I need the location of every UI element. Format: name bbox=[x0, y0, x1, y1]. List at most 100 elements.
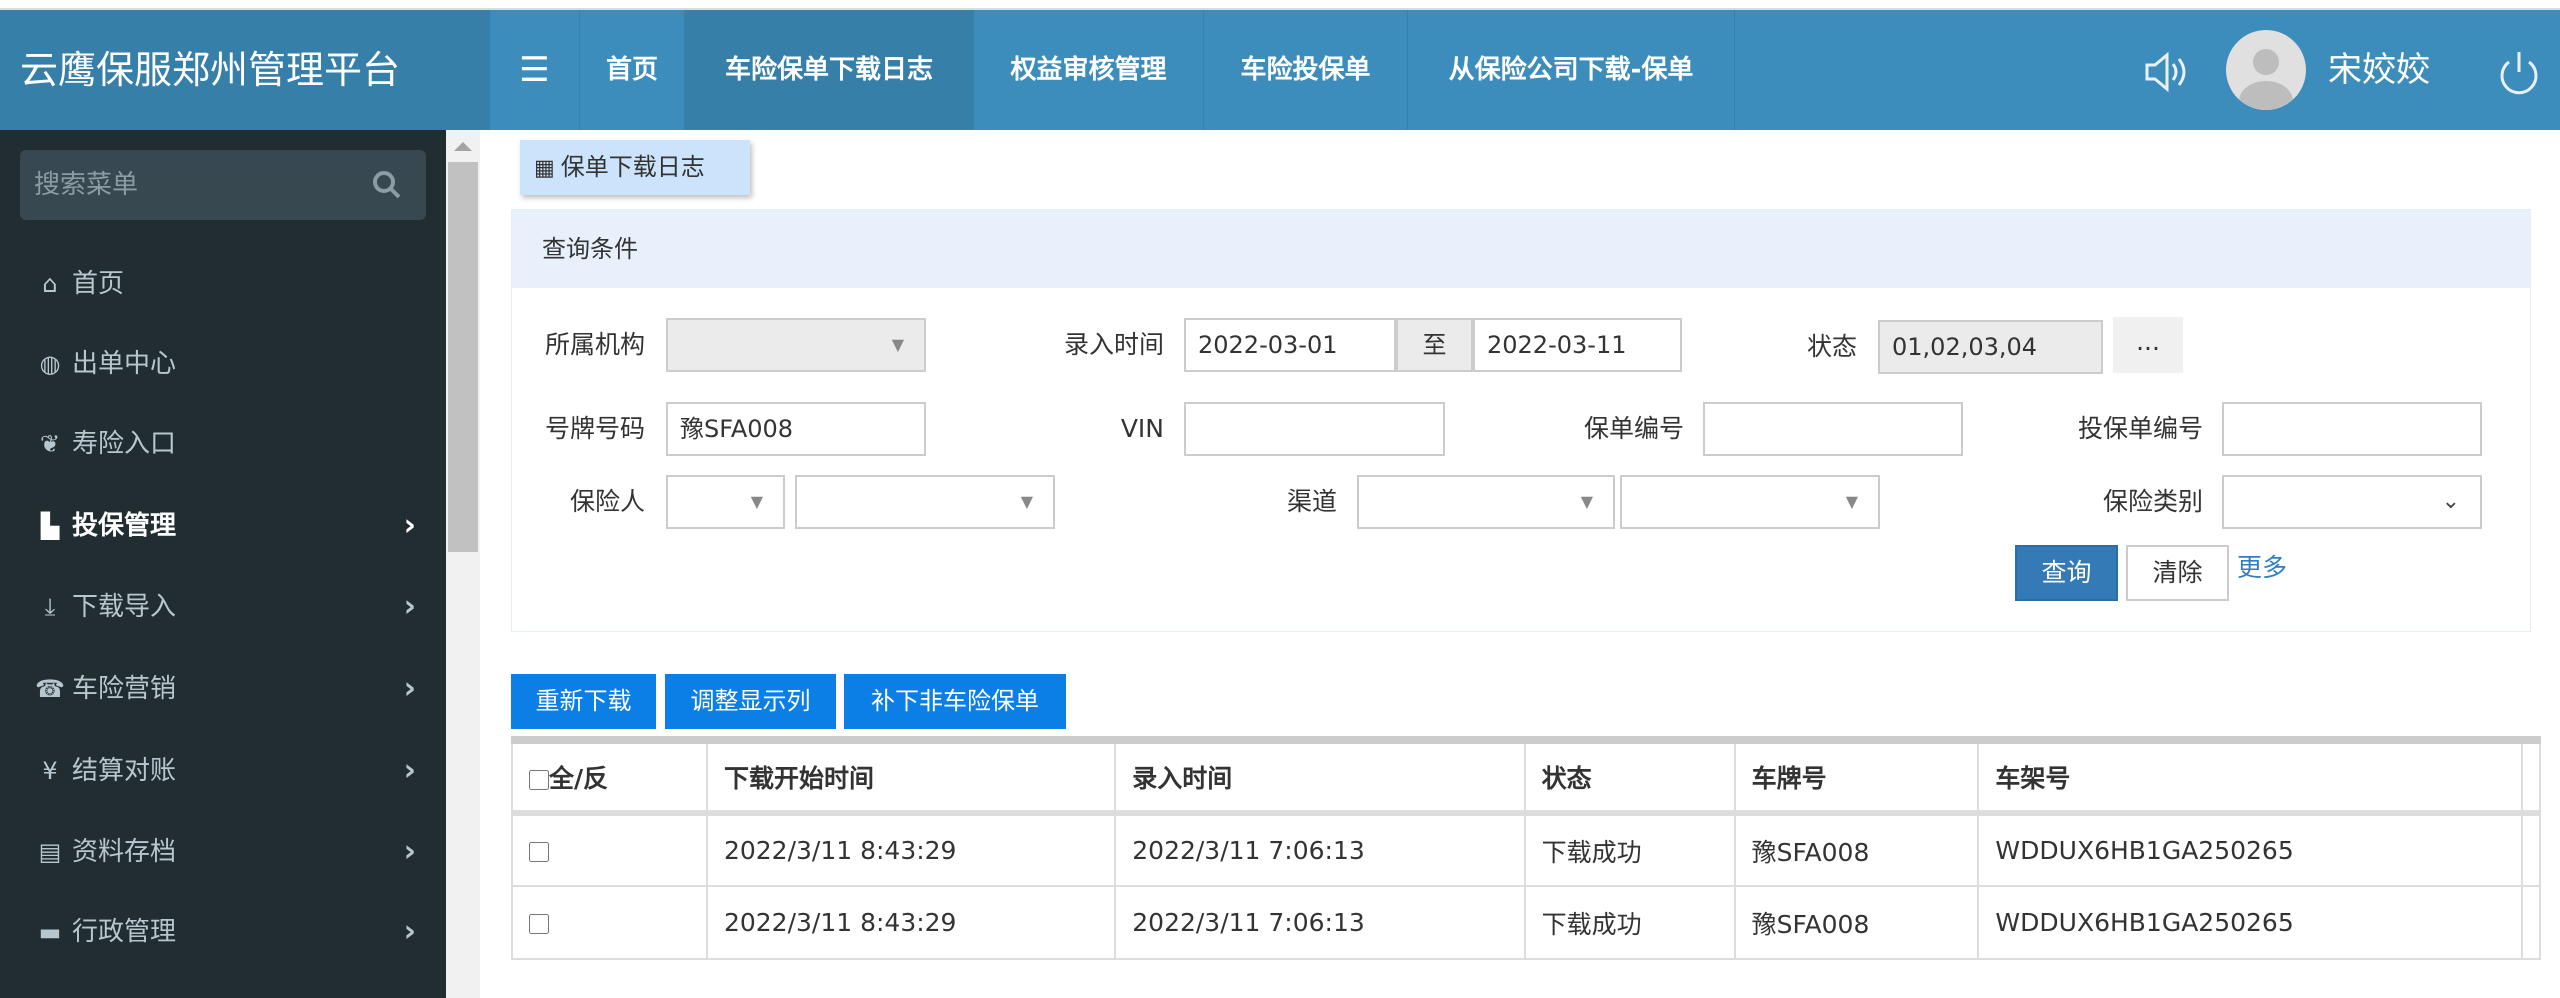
channel-select-2[interactable]: ▼ bbox=[1620, 475, 1880, 529]
search-button[interactable]: 查询 bbox=[2015, 545, 2118, 601]
sidebar-item-label: 首页 bbox=[72, 269, 125, 299]
page-tab[interactable]: ▦ 保单下载日志 bbox=[520, 140, 750, 195]
adjust-columns-button[interactable]: 调整显示列 bbox=[665, 674, 836, 729]
col-truncated bbox=[2520, 739, 2542, 816]
sidebar-item-label: 行政管理 bbox=[72, 917, 177, 947]
sidebar-item-label: 结算对账 bbox=[72, 756, 177, 786]
nav-tab-rights-review[interactable]: 权益审核管理 bbox=[974, 10, 1204, 130]
cell-entry-time: 2022/3/11 7:06:13 bbox=[1114, 885, 1526, 960]
sidebar-item[interactable]: ❦ 寿险入口 bbox=[0, 414, 446, 474]
more-link[interactable]: 更多 bbox=[2237, 548, 2287, 584]
sidebar-item-label: 寿险入口 bbox=[72, 429, 177, 459]
query-panel-title: 查询条件 bbox=[512, 210, 2530, 288]
chevron-right-icon: › bbox=[403, 753, 416, 788]
page-tab-label: 保单下载日志 bbox=[560, 153, 705, 181]
nav-tab-insurer-download[interactable]: 从保险公司下载-保单 bbox=[1408, 10, 1735, 130]
sidebar-item[interactable]: ⌂ 首页 bbox=[0, 254, 446, 314]
proposal-no-input[interactable] bbox=[2222, 402, 2482, 456]
scroll-up-icon[interactable] bbox=[454, 142, 472, 151]
entry-time-label: 录入时间 bbox=[1063, 330, 1164, 359]
caret-down-icon: ▼ bbox=[1580, 492, 1593, 511]
date-range-separator: 至 bbox=[1396, 318, 1473, 372]
date-to-input[interactable]: 2022-03-11 bbox=[1473, 318, 1682, 372]
insurer-select-2[interactable]: ▼ bbox=[795, 475, 1055, 529]
org-select[interactable]: ▼ bbox=[666, 318, 926, 372]
sidebar-item[interactable]: ▙ 投保管理 › bbox=[0, 496, 446, 556]
phone-icon: ☎ bbox=[35, 675, 65, 703]
sidebar-item[interactable]: ¥ 结算对账 › bbox=[0, 741, 446, 801]
clear-button[interactable]: 清除 bbox=[2126, 545, 2229, 601]
folder-icon: ▬ bbox=[38, 918, 62, 946]
chevron-right-icon: › bbox=[403, 834, 416, 869]
vin-label: VIN bbox=[1120, 414, 1164, 443]
import-icon: ⤓ bbox=[44, 593, 56, 621]
sidebar-item[interactable]: ◍ 出单中心 bbox=[0, 334, 446, 394]
chevron-right-icon: › bbox=[403, 589, 416, 624]
cell-plate: 豫SFA008 bbox=[1733, 812, 1980, 887]
yen-icon: ¥ bbox=[42, 757, 58, 785]
download-noncar-policy-button[interactable]: 补下非车险保单 bbox=[844, 674, 1066, 729]
channel-label: 渠道 bbox=[1286, 487, 1337, 516]
col-plate[interactable]: 车牌号 bbox=[1733, 739, 1980, 816]
search-icon[interactable] bbox=[372, 170, 402, 200]
power-icon[interactable] bbox=[2497, 50, 2541, 96]
select-all-header[interactable]: 全/反 bbox=[511, 739, 708, 816]
select-all-checkbox[interactable] bbox=[529, 769, 549, 791]
policy-no-input[interactable] bbox=[1703, 402, 1963, 456]
sidebar-item[interactable]: ▬ 行政管理 › bbox=[0, 902, 446, 962]
insurer-label: 保险人 bbox=[569, 487, 645, 516]
select-all-label: 全/反 bbox=[549, 764, 609, 793]
plate-label: 号牌号码 bbox=[544, 414, 645, 443]
globe-icon: ◍ bbox=[39, 350, 61, 378]
col-download-start[interactable]: 下载开始时间 bbox=[705, 739, 1117, 816]
user-name[interactable]: 宋姣姣 bbox=[2328, 10, 2430, 130]
chevron-right-icon: › bbox=[403, 508, 416, 543]
col-status[interactable]: 状态 bbox=[1523, 739, 1736, 816]
download-log-table: 全/反 下载开始时间 录入时间 状态 车牌号 车架号 2022/3/11 8:4… bbox=[511, 736, 2542, 960]
policy-no-label: 保单编号 bbox=[1583, 414, 1684, 443]
app-title: 云鹰保服郑州管理平台 bbox=[0, 10, 490, 130]
cell-truncated bbox=[2520, 885, 2542, 960]
sidebar-item[interactable]: ▤ 资料存档 › bbox=[0, 822, 446, 882]
row-checkbox[interactable] bbox=[529, 913, 549, 935]
col-vin[interactable]: 车架号 bbox=[1977, 739, 2523, 816]
grid-icon: ▦ bbox=[534, 156, 555, 181]
menu-search[interactable] bbox=[20, 150, 426, 220]
channel-select-1[interactable]: ▼ bbox=[1357, 475, 1615, 529]
home-icon: ⌂ bbox=[42, 270, 58, 298]
chevron-down-icon: ⌄ bbox=[2441, 489, 2460, 514]
row-checkbox[interactable] bbox=[529, 841, 549, 863]
table-row[interactable]: 2022/3/11 8:43:29 2022/3/11 7:06:13 下载成功… bbox=[511, 885, 2542, 960]
vin-input[interactable] bbox=[1184, 402, 1445, 456]
insurer-select-1[interactable]: ▼ bbox=[666, 475, 785, 529]
menu-toggle-icon[interactable]: ☰ bbox=[490, 10, 580, 130]
table-header-row: 全/反 下载开始时间 录入时间 状态 车牌号 车架号 bbox=[511, 739, 2542, 816]
speaker-icon[interactable] bbox=[2143, 50, 2191, 94]
date-from-input[interactable]: 2022-03-01 bbox=[1184, 318, 1396, 372]
status-input[interactable]: 01,02,03,04 bbox=[1878, 320, 2103, 374]
caret-down-icon: ▼ bbox=[1020, 492, 1033, 511]
sidebar-item-label: 下载导入 bbox=[72, 592, 177, 622]
status-picker-button[interactable]: ... bbox=[2113, 317, 2183, 373]
nav-tab-home[interactable]: 首页 bbox=[580, 10, 685, 130]
insurance-type-select[interactable]: ⌄ bbox=[2222, 475, 2482, 529]
redownload-button[interactable]: 重新下载 bbox=[511, 674, 656, 729]
list-icon: ▤ bbox=[38, 838, 62, 866]
avatar[interactable] bbox=[2226, 30, 2306, 110]
nav-tab-proposals[interactable]: 车险投保单 bbox=[1204, 10, 1408, 130]
table-row[interactable]: 2022/3/11 8:43:29 2022/3/11 7:06:13 下载成功… bbox=[511, 812, 2542, 887]
sidebar-item[interactable]: ⤓ 下载导入 › bbox=[0, 577, 446, 637]
chevron-right-icon: › bbox=[403, 914, 416, 949]
col-entry-time[interactable]: 录入时间 bbox=[1114, 739, 1526, 816]
nav-tab-download-log[interactable]: 车险保单下载日志 bbox=[685, 10, 974, 130]
plate-input[interactable]: 豫SFA008 bbox=[666, 402, 926, 456]
caret-down-icon: ▼ bbox=[750, 492, 763, 511]
scrollbar-thumb[interactable] bbox=[448, 162, 478, 552]
cell-truncated bbox=[2520, 812, 2542, 887]
sidebar-item[interactable]: ☎ 车险营销 › bbox=[0, 659, 446, 719]
caret-down-icon: ▼ bbox=[1845, 492, 1858, 511]
status-label: 状态 bbox=[1806, 332, 1857, 361]
leaf-icon: ❦ bbox=[39, 430, 61, 458]
menu-search-input[interactable] bbox=[20, 150, 350, 220]
caret-down-icon: ▼ bbox=[891, 335, 904, 354]
